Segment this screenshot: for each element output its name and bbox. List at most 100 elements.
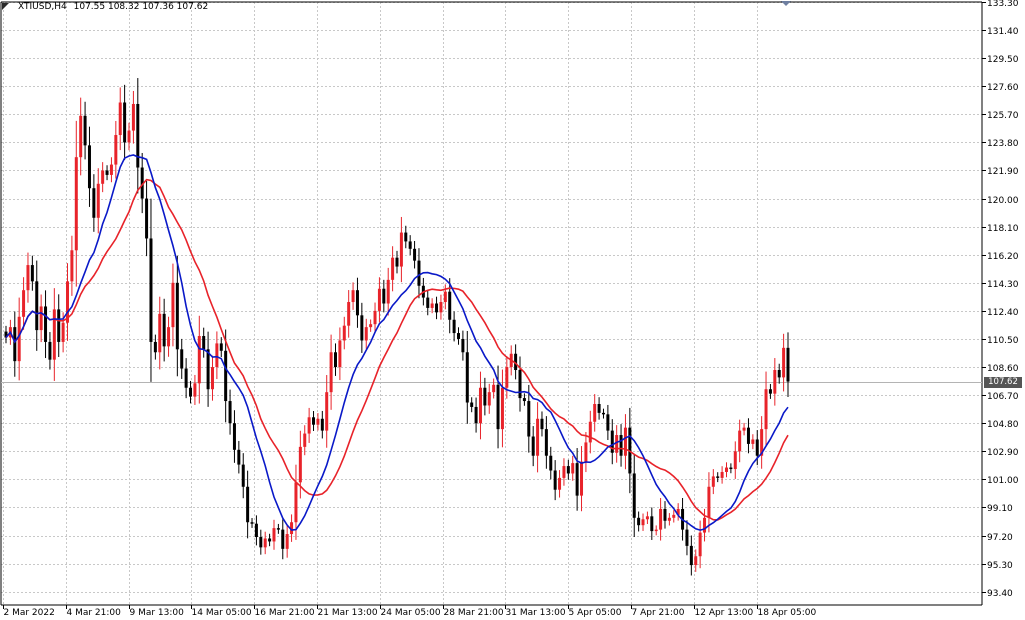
candle-body [39, 306, 43, 331]
candle-body [615, 435, 619, 453]
candle-body [303, 433, 307, 447]
grid [1, 2, 982, 605]
candle-body [566, 466, 570, 474]
candle-body [597, 404, 601, 413]
candle-body [101, 170, 105, 184]
x-tick-label: 2 Mar 2022 [4, 608, 55, 618]
candle-body [377, 288, 381, 311]
candle-body [496, 384, 500, 430]
y-tick-label: 97.20 [987, 533, 1013, 543]
chart-window[interactable]: 133.30 131.40 129.50 127.60 125.70 123.80 121.… [0, 0, 1025, 620]
candle-body [536, 418, 540, 456]
candle-body [109, 164, 113, 175]
candle-body [623, 427, 627, 456]
candle-body [35, 281, 39, 331]
candle-body [57, 309, 61, 342]
candle-body [435, 303, 439, 313]
candle-body [175, 282, 179, 350]
candle-body [180, 349, 184, 369]
candle-body [342, 325, 346, 341]
price-chart[interactable]: 133.30 131.40 129.50 127.60 125.70 123.80 121.… [0, 0, 1025, 620]
candle-body [619, 435, 623, 456]
candle-body [777, 370, 781, 378]
candle-body [329, 352, 333, 393]
candle-body [276, 528, 280, 530]
candle-body [404, 232, 408, 242]
candle-body [580, 461, 584, 496]
candle-body [237, 449, 241, 465]
candle-body [373, 310, 377, 325]
y-tick-label: 108.60 [987, 364, 1019, 374]
y-tick-label: 104.80 [987, 420, 1019, 430]
symbol-timeframe-label: XTIUSD,H4 [18, 2, 67, 12]
y-tick-label: 116.20 [987, 252, 1019, 262]
candle-body [593, 404, 597, 422]
candle-body [584, 442, 588, 462]
candle-body [254, 523, 258, 538]
candle-body [364, 327, 368, 341]
x-tick-label: 21 Mar 13:00 [318, 608, 378, 618]
candle-body [742, 427, 746, 431]
candle-body [61, 322, 65, 342]
candle-body [703, 517, 707, 533]
candle-body [197, 336, 201, 384]
candle-body [549, 455, 553, 471]
x-tick-label: 5 Apr 05:00 [569, 608, 622, 618]
x-tick-label: 16 Mar 21:00 [255, 608, 315, 618]
candle-body [654, 529, 658, 532]
candle-body [131, 103, 135, 131]
candle-body [158, 313, 162, 353]
candle-body [22, 290, 26, 317]
candle-body [263, 538, 267, 548]
candle-body [439, 302, 443, 313]
candle-body [663, 508, 667, 521]
candle-body [773, 370, 777, 394]
candle-body [307, 417, 311, 434]
candle-body [114, 135, 118, 165]
candle-body [667, 517, 671, 521]
candle-body [17, 316, 21, 362]
x-axis: 2 Mar 2022 4 Mar 21:00 9 Mar 13:00 14 Mar 0… [3, 605, 817, 618]
candle-body [672, 514, 676, 518]
candle-body [448, 291, 452, 320]
candle-body [268, 538, 272, 542]
candle-body [426, 297, 430, 308]
candle-body [522, 398, 526, 402]
candle-body [483, 387, 487, 406]
candle-body [470, 402, 474, 407]
collapse-arrow-icon[interactable] [2, 3, 9, 10]
candle-body [210, 367, 214, 390]
y-tick-label: 93.40 [987, 589, 1013, 599]
candle-body [610, 430, 614, 453]
x-tick-label: 18 Apr 05:00 [758, 608, 817, 618]
symbol-title: XTIUSD,H4 107.55 108.32 107.36 107.62 [18, 2, 208, 12]
candle-body [386, 279, 390, 304]
candle-body [575, 463, 579, 496]
candle-body [764, 389, 768, 430]
ohlc-values: 107.55 108.32 107.36 107.62 [73, 2, 209, 12]
candle-body [272, 528, 276, 542]
candle-body [153, 341, 157, 353]
candle-body [443, 291, 447, 303]
y-tick-label: 102.90 [987, 448, 1019, 458]
candle-body [738, 430, 742, 452]
candle-body [48, 341, 52, 360]
candle-body [729, 467, 733, 470]
candle-body [333, 352, 337, 368]
candle-body [768, 389, 772, 394]
candle-body [44, 306, 48, 342]
candle-body [184, 368, 188, 388]
candle-body [351, 290, 355, 303]
candle-body [659, 508, 663, 530]
candle-body [457, 333, 461, 339]
candle-body [285, 534, 289, 549]
candle-body [606, 414, 610, 431]
candle-body [500, 387, 504, 430]
y-tick-label: 95.30 [987, 561, 1013, 571]
candle-body [123, 102, 127, 143]
chart-shift-marker-icon[interactable] [781, 1, 791, 6]
y-tick-label: 106.70 [987, 392, 1019, 402]
candle-body [325, 392, 329, 431]
candle-body [571, 463, 575, 474]
candle-body [492, 384, 496, 393]
